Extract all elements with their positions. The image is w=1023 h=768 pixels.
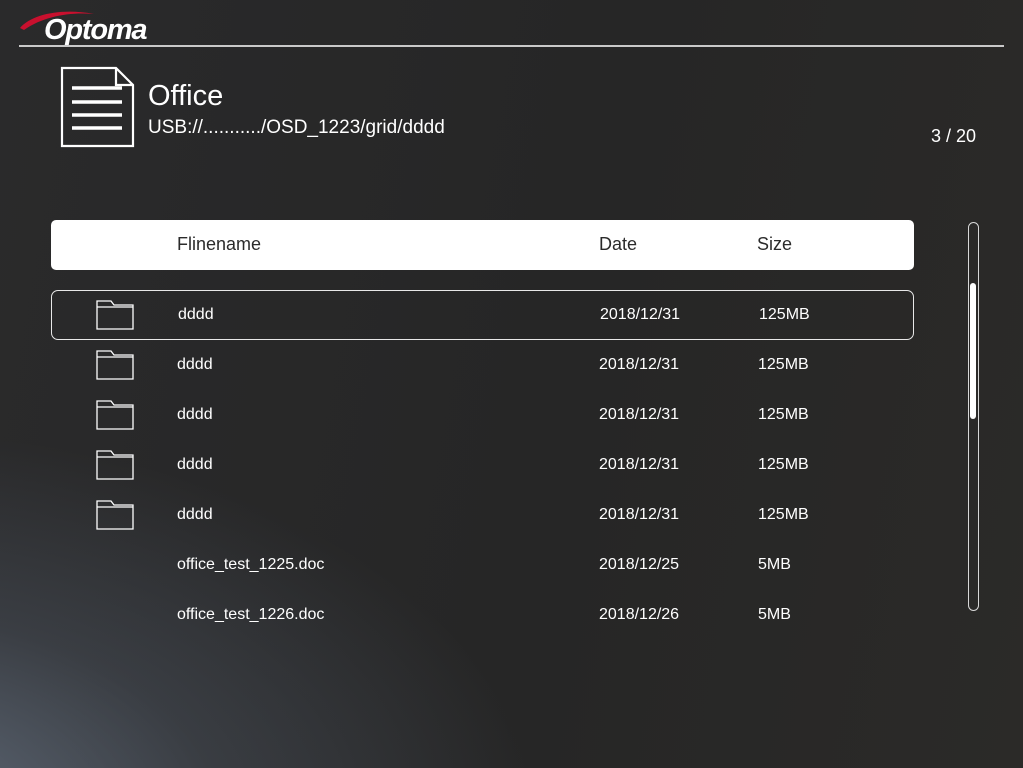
file-name: dddd <box>177 356 213 373</box>
file-date: 2018/12/31 <box>600 306 681 323</box>
vertical-scrollbar[interactable] <box>968 222 979 611</box>
column-header-filename: Flinename <box>177 234 262 254</box>
file-size: 125MB <box>758 356 809 373</box>
folder-icon <box>96 300 134 330</box>
file-name: dddd <box>177 406 213 423</box>
scrollbar-thumb[interactable] <box>970 283 976 419</box>
file-date: 2018/12/26 <box>599 606 680 623</box>
file-size: 125MB <box>758 456 809 473</box>
column-header-size: Size <box>757 234 793 254</box>
table-header: Flinename Date Size <box>51 220 914 270</box>
folder-icon <box>96 350 134 380</box>
file-row-selected[interactable]: dddd 2018/12/31 125MB <box>51 290 914 340</box>
file-row[interactable]: dddd 2018/12/31 125MB <box>51 390 914 440</box>
file-size: 5MB <box>758 556 791 573</box>
page-indicator: 3 / 20 <box>930 126 976 146</box>
folder-icon <box>96 450 134 480</box>
file-name: dddd <box>177 506 213 523</box>
file-row[interactable]: office_test_1225.doc 2018/12/25 5MB <box>51 540 914 590</box>
current-path: USB://.........../OSD_1223/grid/dddd <box>148 117 445 138</box>
folder-icon <box>96 400 134 430</box>
file-name: dddd <box>178 306 214 323</box>
file-date: 2018/12/25 <box>599 556 680 573</box>
document-icon <box>60 66 135 148</box>
header-divider <box>19 45 1004 47</box>
file-list: dddd 2018/12/31 125MB dddd 2018/12/31 12… <box>51 290 914 640</box>
file-name: dddd <box>177 456 213 473</box>
file-date: 2018/12/31 <box>599 506 680 523</box>
file-date: 2018/12/31 <box>599 356 680 373</box>
page-title: Office <box>148 80 224 112</box>
file-date: 2018/12/31 <box>599 456 680 473</box>
folder-icon <box>96 500 134 530</box>
file-name: office_test_1226.doc <box>177 606 325 623</box>
column-header-date: Date <box>599 234 638 254</box>
file-size: 125MB <box>758 506 809 523</box>
file-size: 125MB <box>758 406 809 423</box>
file-row[interactable]: dddd 2018/12/31 125MB <box>51 490 914 540</box>
file-size: 5MB <box>758 606 791 623</box>
file-row[interactable]: office_test_1226.doc 2018/12/26 5MB <box>51 590 914 640</box>
file-name: office_test_1225.doc <box>177 556 325 573</box>
file-date: 2018/12/31 <box>599 406 680 423</box>
logo-text: Optoma <box>44 14 148 46</box>
file-row[interactable]: dddd 2018/12/31 125MB <box>51 340 914 390</box>
file-size: 125MB <box>759 306 810 323</box>
file-row[interactable]: dddd 2018/12/31 125MB <box>51 440 914 490</box>
